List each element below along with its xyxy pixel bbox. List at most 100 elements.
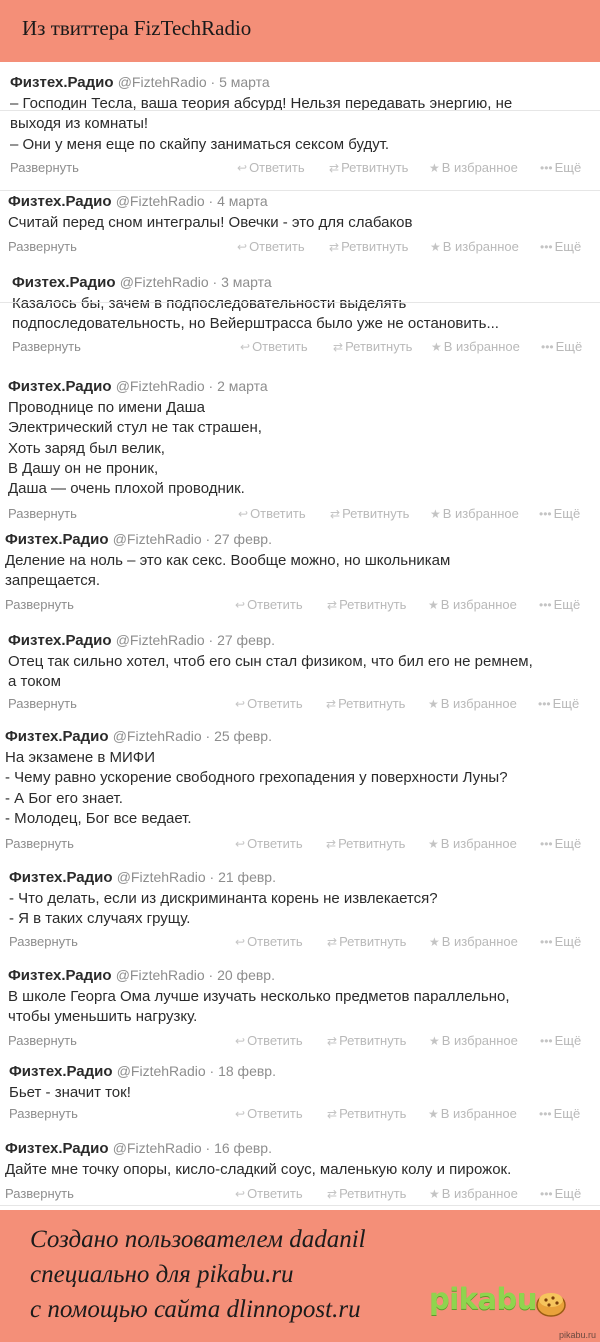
tweet-text: Отец так сильно хотел, чтоб его сын стал… <box>8 652 533 693</box>
favorite-button[interactable]: ★ В избранное <box>429 1186 518 1201</box>
retweet-button[interactable]: ⇄ Ретвитнуть <box>333 339 412 354</box>
retweet-button[interactable]: ⇄ Ретвитнуть <box>327 597 406 612</box>
retweet-button[interactable]: ⇄ Ретвитнуть <box>329 160 408 175</box>
favorite-button[interactable]: ★ В избранное <box>428 836 517 851</box>
more-button[interactable]: ••• Ещё <box>538 696 579 711</box>
retweet-button[interactable]: ⇄ Ретвитнуть <box>327 1033 406 1048</box>
reply-button[interactable]: ↩ Ответить <box>235 597 303 612</box>
reply-button[interactable]: ↩ Ответить <box>235 696 303 711</box>
author-handle[interactable]: @FiztehRadio <box>113 1140 202 1156</box>
tweet-date[interactable]: 18 февр. <box>218 1063 276 1079</box>
star-icon: ★ <box>431 340 442 354</box>
more-button[interactable]: ••• Ещё <box>539 506 580 521</box>
more-button[interactable]: ••• Ещё <box>540 934 581 949</box>
author-handle[interactable]: @FiztehRadio <box>116 632 205 648</box>
expand-link[interactable]: Развернуть <box>8 506 77 521</box>
retweet-button[interactable]: ⇄ Ретвитнуть <box>326 836 405 851</box>
author-name[interactable]: Физтех.Радио <box>8 967 112 984</box>
tweet-date[interactable]: 20 февр. <box>217 967 275 983</box>
tweet-date[interactable]: 4 марта <box>217 193 268 209</box>
tweet-text: Проводнице по имени Даша Электрический ст… <box>8 398 262 499</box>
author-handle[interactable]: @FiztehRadio <box>113 531 202 547</box>
author-name[interactable]: Физтех.Радио <box>8 632 112 649</box>
reply-button[interactable]: ↩ Ответить <box>235 1033 303 1048</box>
retweet-button[interactable]: ⇄ Ретвитнуть <box>326 696 405 711</box>
retweet-icon: ⇄ <box>326 837 337 851</box>
reply-button[interactable]: ↩ Ответить <box>240 339 308 354</box>
author-name[interactable]: Физтех.Радио <box>12 274 116 291</box>
author-name[interactable]: Физтех.Радио <box>5 728 109 745</box>
favorite-button[interactable]: ★ В избранное <box>430 239 519 254</box>
author-handle[interactable]: @FiztehRadio <box>116 967 205 983</box>
author-name[interactable]: Физтех.Радио <box>5 531 109 548</box>
reply-button[interactable]: ↩ Ответить <box>235 1106 303 1121</box>
reply-button[interactable]: ↩ Ответить <box>237 160 305 175</box>
author-name[interactable]: Физтех.Радио <box>10 74 114 91</box>
more-button[interactable]: ••• Ещё <box>540 1186 581 1201</box>
expand-link[interactable]: Развернуть <box>5 1186 74 1201</box>
retweet-button[interactable]: ⇄ Ретвитнуть <box>327 1186 406 1201</box>
author-handle[interactable]: @FiztehRadio <box>116 378 205 394</box>
author-handle[interactable]: @FiztehRadio <box>118 74 207 90</box>
favorite-button[interactable]: ★ В избранное <box>431 339 520 354</box>
reply-button[interactable]: ↩ Ответить <box>237 239 305 254</box>
tweet-date[interactable]: 21 февр. <box>218 869 276 885</box>
expand-link[interactable]: Развернуть <box>8 1033 77 1048</box>
retweet-button[interactable]: ⇄ Ретвитнуть <box>330 506 409 521</box>
more-button[interactable]: ••• Ещё <box>539 1106 580 1121</box>
retweet-button[interactable]: ⇄ Ретвитнуть <box>329 239 408 254</box>
expand-link[interactable]: Развернуть <box>9 1106 78 1121</box>
tweet-date[interactable]: 27 февр. <box>214 531 272 547</box>
favorite-button[interactable]: ★ В избранное <box>429 934 518 949</box>
author-name[interactable]: Физтех.Радио <box>9 1063 113 1080</box>
retweet-button-label: Ретвитнуть <box>338 696 406 711</box>
tweet-date[interactable]: 25 февр. <box>214 728 272 744</box>
more-button[interactable]: ••• Ещё <box>540 836 581 851</box>
reply-button[interactable]: ↩ Ответить <box>235 1186 303 1201</box>
author-handle[interactable]: @FiztehRadio <box>113 728 202 744</box>
favorite-button[interactable]: ★ В избранное <box>428 696 517 711</box>
more-button[interactable]: ••• Ещё <box>540 160 581 175</box>
expand-link[interactable]: Развернуть <box>5 597 74 612</box>
author-name[interactable]: Физтех.Радио <box>8 193 112 210</box>
tweet-date[interactable]: 5 марта <box>219 74 270 90</box>
favorite-button[interactable]: ★ В избранное <box>429 160 518 175</box>
tweet-header: Физтех.Радио @FiztehRadio · 20 февр. <box>8 966 275 985</box>
more-button[interactable]: ••• Ещё <box>541 339 582 354</box>
retweet-button-label: Ретвитнуть <box>339 1033 407 1048</box>
expand-link[interactable]: Развернуть <box>8 696 77 711</box>
tweet-date[interactable]: 2 марта <box>217 378 268 394</box>
retweet-icon: ⇄ <box>327 1187 338 1201</box>
tweet-date[interactable]: 16 февр. <box>214 1140 272 1156</box>
author-name[interactable]: Физтех.Радио <box>8 378 112 395</box>
author-handle[interactable]: @FiztehRadio <box>117 869 206 885</box>
favorite-button[interactable]: ★ В избранное <box>428 1106 517 1121</box>
reply-button[interactable]: ↩ Ответить <box>238 506 306 521</box>
tweet-date[interactable]: 27 февр. <box>217 632 275 648</box>
more-button[interactable]: ••• Ещё <box>540 239 581 254</box>
author-name[interactable]: Физтех.Радио <box>5 1140 109 1157</box>
expand-link[interactable]: Развернуть <box>8 239 77 254</box>
expand-link[interactable]: Развернуть <box>9 934 78 949</box>
pikabu-logo[interactable]: pikabu <box>429 1282 569 1326</box>
author-handle[interactable]: @FiztehRadio <box>120 274 209 290</box>
reply-button[interactable]: ↩ Ответить <box>235 934 303 949</box>
author-name[interactable]: Физтех.Радио <box>9 869 113 886</box>
expand-link[interactable]: Развернуть <box>10 160 79 175</box>
author-handle[interactable]: @FiztehRadio <box>117 1063 206 1079</box>
retweet-icon: ⇄ <box>327 598 338 612</box>
author-handle[interactable]: @FiztehRadio <box>116 193 205 209</box>
retweet-button[interactable]: ⇄ Ретвитнуть <box>327 1106 406 1121</box>
favorite-button[interactable]: ★ В избранное <box>430 506 519 521</box>
tweet-feed: Физтех.Радио @FiztehRadio · 5 марта – Гос… <box>0 62 600 1210</box>
expand-link[interactable]: Развернуть <box>5 836 74 851</box>
more-button[interactable]: ••• Ещё <box>539 597 580 612</box>
tweet-date[interactable]: 3 марта <box>221 274 272 290</box>
favorite-button[interactable]: ★ В избранное <box>428 597 517 612</box>
reply-button[interactable]: ↩ Ответить <box>235 836 303 851</box>
more-icon: ••• <box>538 697 551 711</box>
favorite-button[interactable]: ★ В избранное <box>429 1033 518 1048</box>
expand-link[interactable]: Развернуть <box>12 339 81 354</box>
retweet-button[interactable]: ⇄ Ретвитнуть <box>327 934 406 949</box>
more-button[interactable]: ••• Ещё <box>540 1033 581 1048</box>
